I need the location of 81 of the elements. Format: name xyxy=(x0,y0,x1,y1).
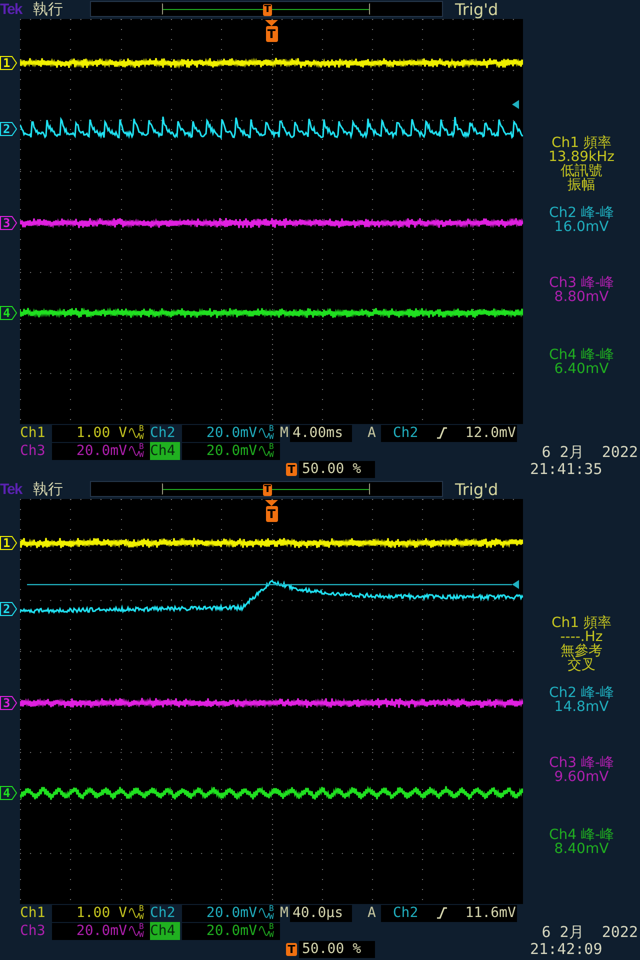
channel-marker[interactable]: 2 xyxy=(0,122,17,136)
channel-label[interactable]: Ch4 xyxy=(150,442,180,460)
bandwidth-limit-label: BW xyxy=(269,905,275,921)
measurement-text: Ch2 峰-峰 xyxy=(548,686,614,700)
measurement-text: Ch2 峰-峰 xyxy=(548,206,614,220)
measurement-text: Ch1 頻率 xyxy=(551,616,612,630)
measurement-text: 振幅 xyxy=(568,178,596,192)
measurement-text: 6.40mV xyxy=(554,362,609,376)
date-text: 6 2月 2022 xyxy=(540,444,638,461)
timebase-value: 40.0µs xyxy=(292,904,344,922)
channel-marker[interactable]: 1 xyxy=(0,536,17,550)
timebase-value: 4.00ms xyxy=(292,424,344,442)
trigger-level-icon xyxy=(512,580,519,589)
scale-value: 20.0mV xyxy=(206,904,257,922)
rising-edge-icon xyxy=(436,427,447,439)
trigger-arrow-icon xyxy=(265,500,278,506)
measurement-text: 無參考 xyxy=(560,644,602,658)
measurement-text: 交叉 xyxy=(567,658,596,672)
scale-value: 20.0mV xyxy=(76,442,127,460)
trigger-position-marker: T xyxy=(263,484,272,496)
timebase-label: M xyxy=(280,904,288,922)
trigger-position-value: 50.00 % xyxy=(302,940,362,958)
trigger-position-marker: T xyxy=(286,942,297,956)
channel-marker[interactable]: 1 xyxy=(0,56,17,70)
bandwidth-limit-label: BW xyxy=(139,443,145,459)
trigger-mode: A xyxy=(367,904,376,922)
measurement-text: 8.80mV xyxy=(554,290,609,304)
trigger-position-value: 50.00 % xyxy=(302,460,362,478)
scale-value: 20.0mV xyxy=(76,922,127,940)
trigger-level: 12.0mV xyxy=(465,424,516,442)
bandwidth-limit-label: BW xyxy=(139,425,145,441)
trigger-position-marker: T xyxy=(263,4,272,16)
measurement-text: Ch3 峰-峰 xyxy=(548,756,614,770)
channel-label[interactable]: Ch4 xyxy=(150,922,180,940)
timebase-label: M xyxy=(280,424,288,442)
measurement-text: ----.Hz xyxy=(560,630,603,644)
brand-logo: Tek xyxy=(0,480,24,498)
measurement-text: Ch4 峰-峰 xyxy=(548,348,614,362)
bandwidth-limit-label: BW xyxy=(139,923,145,939)
run-state: 執行 xyxy=(33,480,64,498)
bandwidth-limit-label: BW xyxy=(269,923,275,939)
trigger-source: Ch2 xyxy=(392,904,418,922)
bandwidth-limit-label: BW xyxy=(139,905,145,921)
bandwidth-limit-label: BW xyxy=(269,443,275,459)
measurement-text: Ch1 頻率 xyxy=(551,136,612,150)
scale-value: 1.00 V xyxy=(76,424,127,442)
channel-marker[interactable]: 3 xyxy=(0,216,17,230)
trigger-source: Ch2 xyxy=(392,424,418,442)
scale-value: 20.0mV xyxy=(206,442,257,460)
run-state: 執行 xyxy=(33,0,64,18)
measurement-text: Ch4 峰-峰 xyxy=(548,828,614,842)
bandwidth-limit-label: BW xyxy=(269,425,275,441)
channel-label[interactable]: Ch2 xyxy=(150,424,180,442)
measurement-text: 14.8mV xyxy=(554,700,609,714)
measurement-text: 8.40mV xyxy=(554,842,609,856)
scale-value: 20.0mV xyxy=(206,424,257,442)
trigger-status: Trig'd xyxy=(455,480,498,498)
channel-label[interactable]: Ch1 xyxy=(20,904,50,922)
trigger-arrow-icon xyxy=(265,20,278,26)
scale-value: 20.0mV xyxy=(206,922,257,940)
channel-marker[interactable]: 4 xyxy=(0,306,17,320)
brand-logo: Tek xyxy=(0,0,24,18)
trigger-level: 11.6mV xyxy=(465,904,516,922)
channel-marker[interactable]: 3 xyxy=(0,696,17,710)
trigger-position-marker: T xyxy=(286,462,297,476)
measurement-text: Ch3 峰-峰 xyxy=(548,276,614,290)
rising-edge-icon xyxy=(436,907,447,919)
time-text: 21:42:09 xyxy=(530,940,602,958)
channel-label[interactable]: Ch2 xyxy=(150,904,180,922)
measurement-text: 13.89kHz xyxy=(548,150,615,164)
channel-marker[interactable]: 2 xyxy=(0,602,17,616)
scale-value: 1.00 V xyxy=(76,904,127,922)
measurement-text: 9.60mV xyxy=(554,770,609,784)
measurement-text: 低訊號 xyxy=(560,164,602,178)
date-text: 6 2月 2022 xyxy=(540,924,638,941)
measurement-text: 16.0mV xyxy=(554,220,609,234)
trigger-mode: A xyxy=(367,424,376,442)
trigger-status: Trig'd xyxy=(455,0,498,18)
channel-marker[interactable]: 4 xyxy=(0,786,17,800)
time-text: 21:41:35 xyxy=(530,460,602,478)
channel-label[interactable]: Ch1 xyxy=(20,424,50,442)
